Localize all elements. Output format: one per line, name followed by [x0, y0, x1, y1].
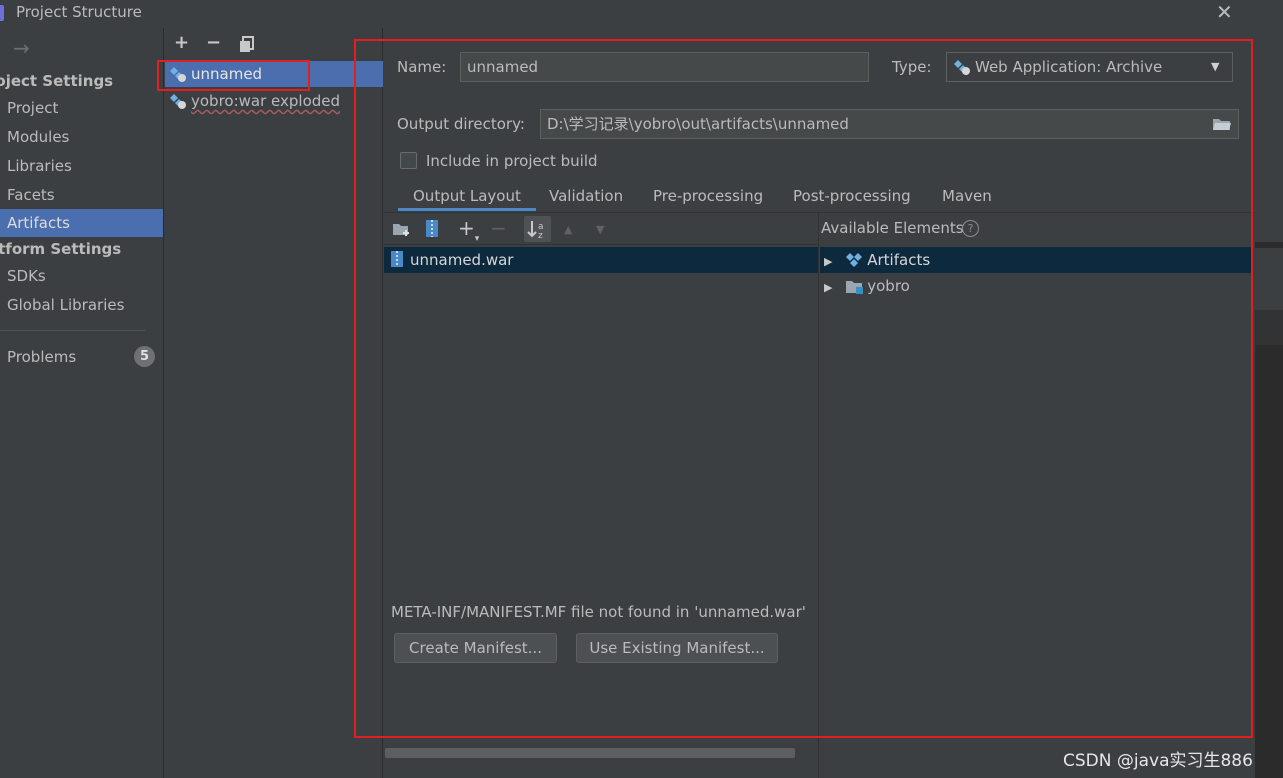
sidebar-item-modules[interactable]: Modules	[0, 123, 163, 151]
artifacts-list-panel: + − unnamed yobro:war exploded	[165, 28, 383, 778]
manifest-warning: META-INF/MANIFEST.MF file not found in '…	[391, 603, 806, 621]
web-archive-icon	[169, 93, 187, 109]
background-strip	[1255, 310, 1283, 345]
expand-arrow-icon[interactable]: ▶	[824, 255, 832, 268]
problems-count-badge: 5	[134, 346, 155, 367]
type-label: Type:	[892, 58, 932, 76]
background-strip	[1255, 248, 1283, 276]
layout-tree-row-unnamed-war[interactable]: unnamed.war	[384, 247, 818, 273]
remove-icon[interactable]: −	[490, 216, 507, 240]
tab-validation[interactable]: Validation	[549, 187, 623, 211]
artifact-item-label: yobro:war exploded	[191, 92, 341, 110]
archive-icon	[390, 250, 404, 268]
remove-artifact-button[interactable]: −	[206, 32, 221, 53]
sort-icon[interactable]: az	[524, 216, 551, 242]
window-title: Project Structure	[16, 3, 142, 21]
include-in-build-checkbox[interactable]	[400, 152, 417, 169]
svg-text:z: z	[538, 231, 543, 241]
available-elements-title: Available Elements	[821, 219, 964, 237]
new-folder-icon[interactable]	[392, 221, 412, 237]
type-select-value: Web Application: Archive	[975, 58, 1163, 76]
artifact-editor: Name: unnamed Type: Web Application: Arc…	[384, 28, 1255, 778]
available-elements-panel: Available Elements ? ▶ Artifacts ▶ yobro	[820, 213, 1255, 778]
sidebar-divider	[0, 330, 145, 331]
move-up-icon[interactable]: ▲	[564, 223, 572, 236]
forward-arrow-icon[interactable]: →	[13, 36, 30, 60]
module-folder-icon	[845, 278, 865, 294]
available-tree-label: Artifacts	[867, 251, 931, 269]
copy-icon[interactable]	[239, 36, 255, 53]
name-input[interactable]: unnamed	[460, 52, 869, 82]
sidebar-item-project[interactable]: Project	[0, 94, 163, 122]
sidebar-item-facets[interactable]: Facets	[0, 181, 163, 209]
sidebar-item-global-libraries[interactable]: Global Libraries	[0, 291, 163, 319]
chevron-down-icon: ▼	[1211, 60, 1220, 73]
output-directory-label: Output directory:	[397, 115, 525, 133]
sidebar-item-libraries[interactable]: Libraries	[0, 152, 163, 180]
name-label: Name:	[397, 58, 447, 76]
type-select[interactable]: Web Application: Archive ▼	[946, 52, 1233, 82]
add-artifact-button[interactable]: +	[174, 32, 189, 53]
title-bar: Project Structure ✕	[0, 0, 1255, 28]
toolbar-divider	[384, 244, 818, 245]
background-window	[1255, 0, 1283, 778]
add-icon[interactable]: +▾	[458, 216, 479, 244]
sidebar-item-sdks[interactable]: SDKs	[0, 262, 163, 290]
close-button[interactable]: ✕	[1216, 0, 1233, 24]
include-in-build-label: Include in project build	[426, 152, 598, 170]
output-layout-panel: +▾ − az ▲ ▼ unnamed.war META-INF/MANIFES…	[384, 213, 819, 778]
web-archive-icon	[953, 59, 971, 75]
move-down-icon[interactable]: ▼	[596, 223, 604, 236]
use-existing-manifest-button[interactable]: Use Existing Manifest...	[576, 633, 778, 663]
expand-arrow-icon[interactable]: ▶	[824, 281, 832, 294]
watermark: CSDN @java实习生886	[1063, 751, 1253, 771]
available-tree-row-yobro[interactable]: ▶ yobro	[820, 273, 1251, 299]
tab-maven[interactable]: Maven	[942, 187, 992, 211]
project-settings-header: roject Settings	[0, 72, 114, 90]
artifact-item-yobro-war-exploded[interactable]: yobro:war exploded	[165, 88, 383, 114]
app-icon	[0, 5, 4, 21]
tab-post-processing[interactable]: Post-processing	[793, 187, 911, 211]
horizontal-scrollbar[interactable]	[385, 748, 795, 758]
available-tree-row-artifacts[interactable]: ▶ Artifacts	[820, 247, 1251, 273]
platform-settings-header: atform Settings	[0, 240, 122, 258]
available-tree-label: yobro	[867, 277, 910, 295]
browse-folder-icon[interactable]	[1212, 116, 1232, 132]
artifact-diamond-icon	[845, 252, 863, 268]
archive-icon[interactable]	[425, 219, 439, 238]
settings-sidebar: → roject Settings Project Modules Librar…	[0, 28, 164, 778]
tab-pre-processing[interactable]: Pre-processing	[653, 187, 763, 211]
create-manifest-button[interactable]: Create Manifest...	[394, 633, 557, 663]
tab-output-layout[interactable]: Output Layout	[398, 187, 536, 211]
output-directory-input[interactable]: D:\学习记录\yobro\out\artifacts\unnamed	[540, 109, 1239, 139]
background-strip	[1255, 345, 1283, 778]
help-icon[interactable]: ?	[962, 220, 979, 237]
layout-tree-label: unnamed.war	[410, 251, 514, 269]
highlight-box	[157, 60, 310, 91]
sidebar-item-artifacts[interactable]: Artifacts	[0, 209, 163, 237]
